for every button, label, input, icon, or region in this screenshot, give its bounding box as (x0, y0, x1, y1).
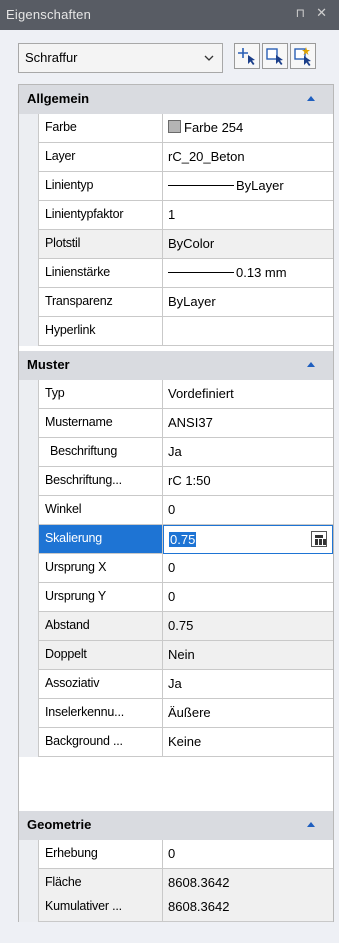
property-value[interactable]: 1 (163, 201, 333, 230)
property-value[interactable]: Nein (163, 641, 333, 670)
category-geometrie[interactable]: Geometrie (19, 811, 333, 840)
property-name: Linientypfaktor (38, 201, 163, 230)
property-value[interactable]: 0 (163, 554, 333, 583)
property-name: Transparenz (38, 288, 163, 317)
property-name: Skalierung (38, 525, 163, 554)
property-name: Plotstil (38, 230, 163, 259)
property-value[interactable]: Farbe 254 (163, 114, 333, 143)
property-name: Winkel (38, 496, 163, 525)
property-row-farbe[interactable]: Farbe Farbe 254 (19, 114, 333, 143)
property-value[interactable]: Keine (163, 728, 333, 757)
property-grid: Allgemein Farbe Farbe 254 Layer rC_20_Be… (18, 84, 334, 922)
property-name: Farbe (38, 114, 163, 143)
property-row-beschriftungsmassstab[interactable]: Beschriftung... rC 1:50 (19, 467, 333, 496)
property-name: Abstand (38, 612, 163, 641)
chevron-down-icon (204, 55, 214, 61)
quick-select-icon (266, 48, 283, 65)
property-row-doppelt[interactable]: Doppelt Nein (19, 641, 333, 670)
property-row-kumulativer[interactable]: Kumulativer ... 8608.3642 (19, 893, 333, 922)
linetype-sample-icon (168, 185, 234, 186)
property-value[interactable]: rC 1:50 (163, 467, 333, 496)
category-title: Muster (27, 357, 70, 372)
property-name: Beschriftung... (38, 467, 163, 496)
property-value[interactable]: Ja (163, 670, 333, 699)
property-name: Erhebung (38, 840, 163, 869)
color-swatch-icon (168, 120, 181, 133)
property-name: Kumulativer ... (38, 893, 163, 922)
property-value[interactable]: ANSI37 (163, 409, 333, 438)
select-objects-button[interactable] (234, 43, 260, 69)
property-value[interactable]: 0 (163, 583, 333, 612)
skalierung-input[interactable]: 0.75 (163, 525, 333, 554)
property-row-assoziativ[interactable]: Assoziativ Ja (19, 670, 333, 699)
property-row-linientyp[interactable]: Linientyp ByLayer (19, 172, 333, 201)
property-row-plotstil[interactable]: Plotstil ByColor (19, 230, 333, 259)
property-row-mustername[interactable]: Mustername ANSI37 (19, 409, 333, 438)
property-value[interactable]: ByLayer (163, 172, 333, 201)
property-name: Inselerkennu... (38, 699, 163, 728)
property-value[interactable]: 0 (163, 496, 333, 525)
palette-title: Eigenschaften (6, 7, 91, 22)
object-type-dropdown[interactable]: Schraffur (18, 43, 223, 73)
property-name: Beschriftung (38, 438, 163, 467)
property-name: Ursprung X (38, 554, 163, 583)
property-row-background[interactable]: Background ... Keine (19, 728, 333, 757)
pin-icon[interactable]: ⊓ (296, 6, 305, 20)
collapse-arrow-icon[interactable] (307, 96, 315, 101)
toggle-pickadd-button[interactable] (290, 43, 316, 69)
property-row-transparenz[interactable]: Transparenz ByLayer (19, 288, 333, 317)
select-objects-icon (238, 48, 255, 65)
property-value[interactable] (163, 317, 333, 346)
property-name: Typ (38, 380, 163, 409)
collapse-arrow-icon[interactable] (307, 362, 315, 367)
property-value[interactable]: 0.13 mm (163, 259, 333, 288)
toggle-pickadd-icon (294, 47, 311, 66)
calculator-icon[interactable] (311, 531, 327, 547)
property-row-beschriftung[interactable]: Beschriftung Ja (19, 438, 333, 467)
property-row-abstand[interactable]: Abstand 0.75 (19, 612, 333, 641)
property-name: Hyperlink (38, 317, 163, 346)
collapse-arrow-icon[interactable] (307, 822, 315, 827)
property-row-winkel[interactable]: Winkel 0 (19, 496, 333, 525)
property-value[interactable]: 0 (163, 840, 333, 869)
category-allgemein[interactable]: Allgemein (19, 85, 333, 114)
category-title: Allgemein (27, 91, 90, 106)
property-name: Linientyp (38, 172, 163, 201)
property-value[interactable]: 8608.3642 (163, 893, 333, 922)
property-value[interactable]: Vordefiniert (163, 380, 333, 409)
property-row-typ[interactable]: Typ Vordefiniert (19, 380, 333, 409)
property-row-skalierung[interactable]: Skalierung 0.75 (19, 525, 333, 554)
property-name: Mustername (38, 409, 163, 438)
close-icon[interactable]: ✕ (316, 5, 327, 21)
property-name: Linienstärke (38, 259, 163, 288)
property-row-inselerkennung[interactable]: Inselerkennu... Äußere (19, 699, 333, 728)
property-name: Doppelt (38, 641, 163, 670)
palette-toolbar: Schraffur (0, 30, 339, 84)
property-value[interactable]: 0.75 (163, 612, 333, 641)
palette-title-bar: Eigenschaften ⊓ ✕ (0, 0, 339, 30)
property-value[interactable]: rC_20_Beton (163, 143, 333, 172)
property-value[interactable]: ByColor (163, 230, 333, 259)
lineweight-sample-icon (168, 272, 234, 273)
property-value[interactable]: ByLayer (163, 288, 333, 317)
property-row-layer[interactable]: Layer rC_20_Beton (19, 143, 333, 172)
property-name: Ursprung Y (38, 583, 163, 612)
property-row-hyperlink[interactable]: Hyperlink (19, 317, 333, 346)
property-name: Background ... (38, 728, 163, 757)
property-value[interactable]: Äußere (163, 699, 333, 728)
property-name: Layer (38, 143, 163, 172)
property-name: Assoziativ (38, 670, 163, 699)
property-row-ursprung-y[interactable]: Ursprung Y 0 (19, 583, 333, 612)
property-row-linienstaerke[interactable]: Linienstärke 0.13 mm (19, 259, 333, 288)
property-row-erhebung[interactable]: Erhebung 0 (19, 840, 333, 869)
quick-select-button[interactable] (262, 43, 288, 69)
property-value[interactable]: Ja (163, 438, 333, 467)
property-row-linientypfaktor[interactable]: Linientypfaktor 1 (19, 201, 333, 230)
property-row-ursprung-x[interactable]: Ursprung X 0 (19, 554, 333, 583)
object-type-value: Schraffur (25, 50, 78, 65)
category-muster[interactable]: Muster (19, 351, 333, 380)
category-title: Geometrie (27, 817, 92, 832)
